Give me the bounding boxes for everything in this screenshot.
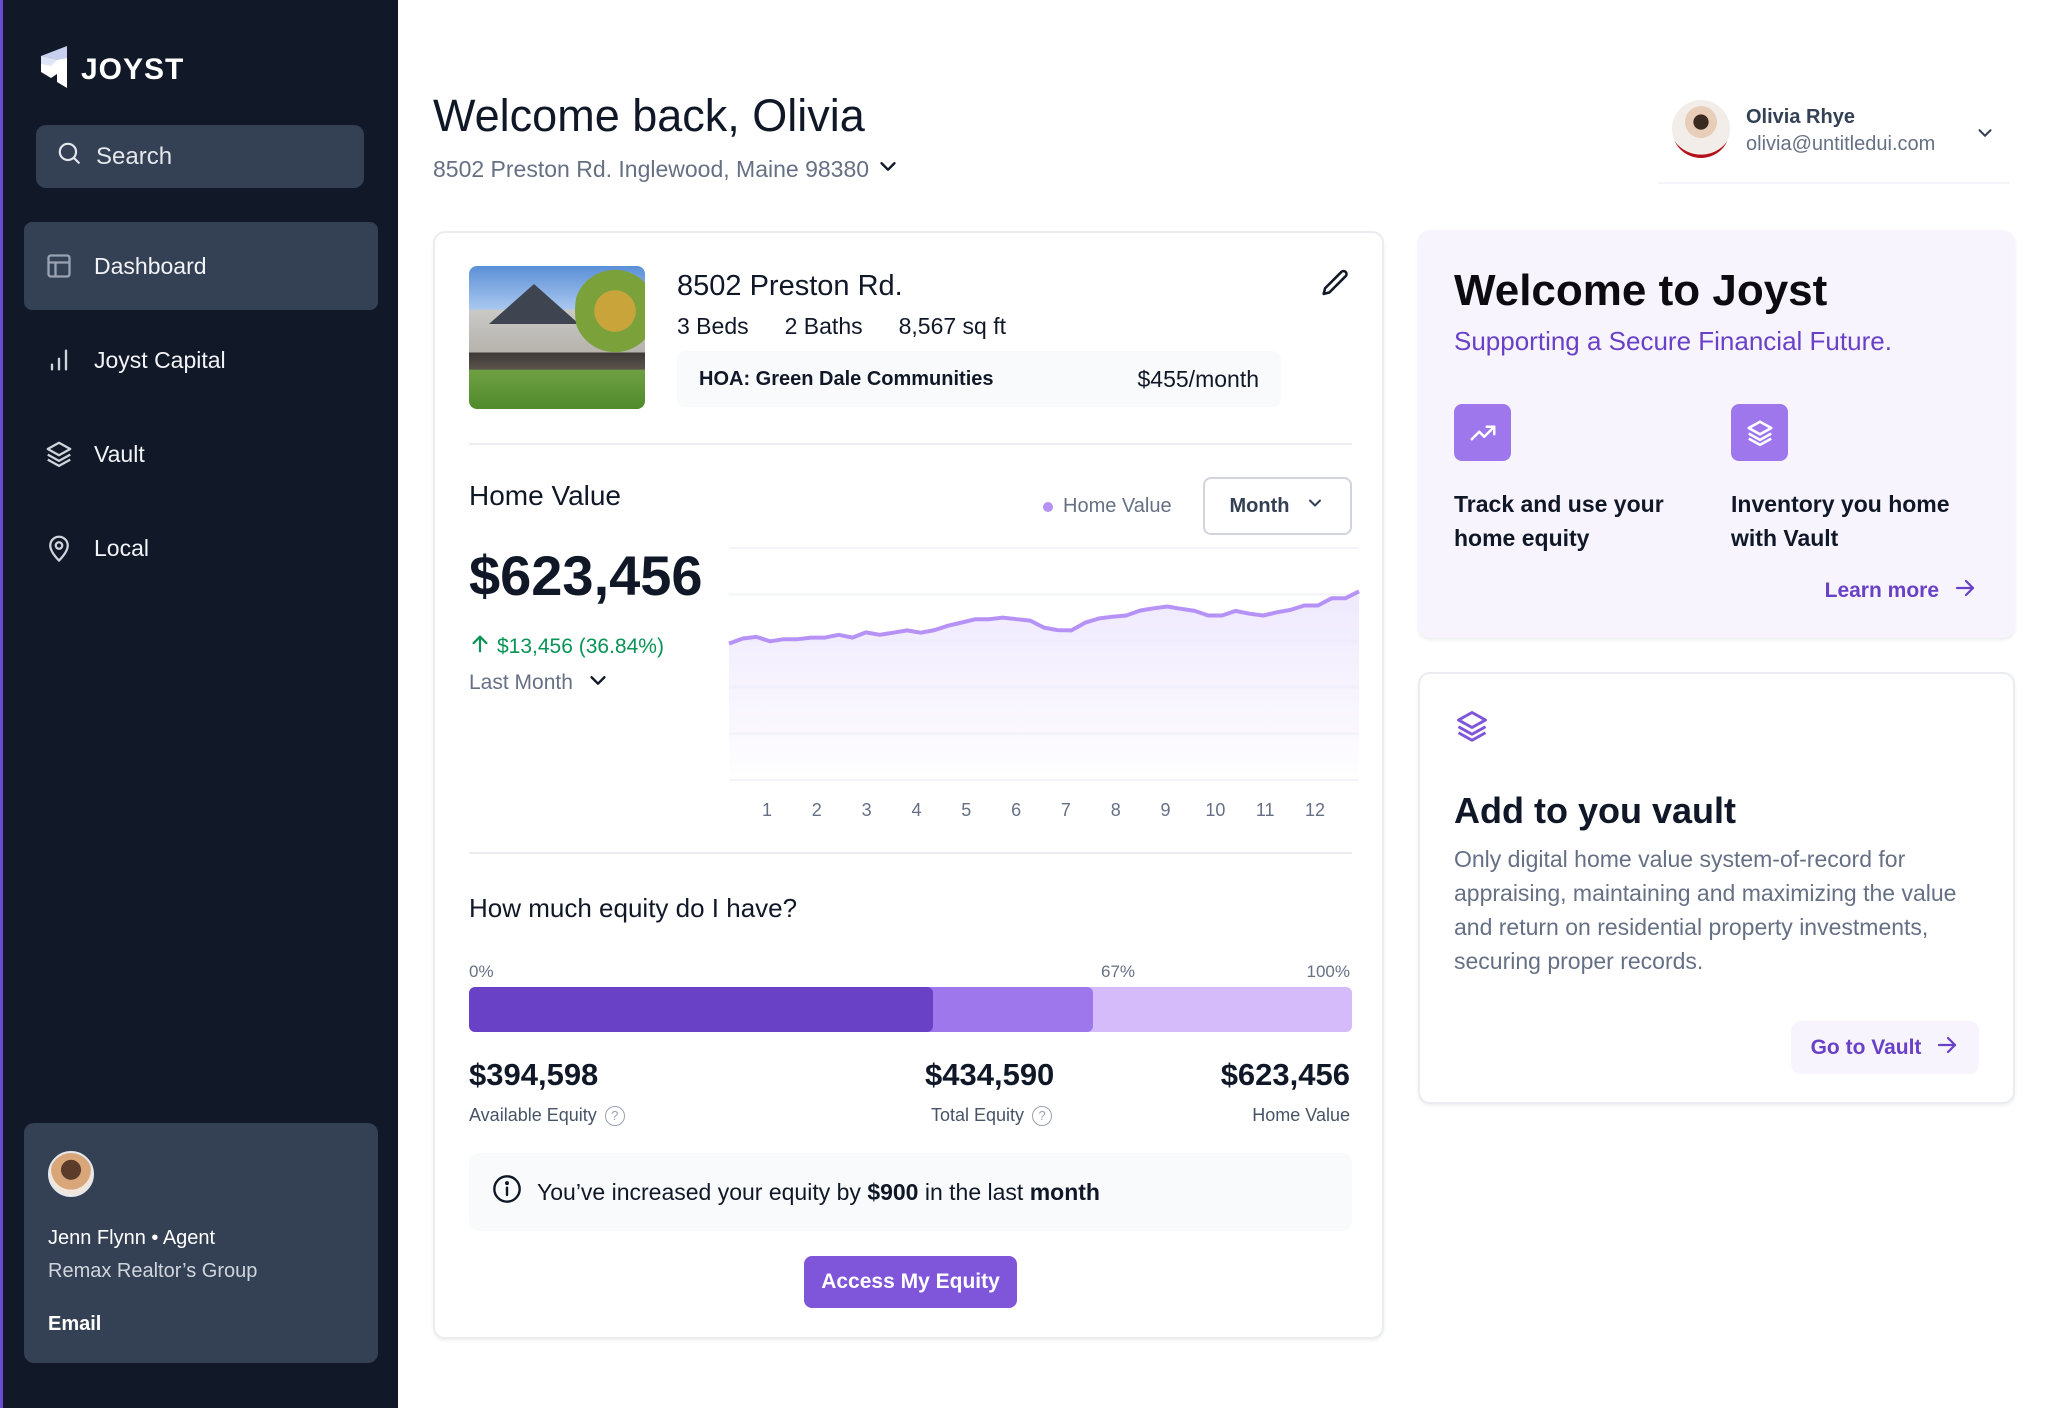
map-pin-icon [44, 533, 74, 563]
vault-description: Only digital home value system-of-record… [1454, 846, 1957, 974]
layout-icon [44, 251, 74, 281]
learn-more-label: Learn more [1824, 579, 1939, 602]
equity-bar-available-segment [469, 987, 934, 1032]
layers-icon [1454, 708, 1490, 749]
feature-text: Inventory you home with Vault [1731, 491, 1950, 551]
available-equity-text: Available Equity [469, 1105, 597, 1125]
x-tick-label: 4 [911, 800, 921, 820]
info-circle-icon [491, 1173, 523, 1211]
sidebar-item-label: Local [94, 534, 149, 561]
layers-icon [1731, 404, 1788, 461]
x-tick-label: 3 [862, 800, 872, 820]
available-equity-label: Available Equity ? [469, 1105, 625, 1126]
sidebar-item-label: Dashboard [94, 252, 207, 279]
layers-icon [44, 439, 74, 469]
agent-name: Jenn Flynn • Agent [48, 1227, 216, 1249]
x-tick-label: 11 [1256, 800, 1275, 820]
brand-name: JOYST [81, 52, 185, 86]
sidebar-item-vault[interactable]: Vault [24, 410, 378, 498]
user-avatar [1672, 100, 1730, 158]
total-equity-text: Total Equity [931, 1105, 1025, 1125]
home-value-chart: 1 2 3 4 5 6 7 8 9 10 11 12 [728, 547, 1360, 820]
joyst-card-title: Welcome to Joyst [1454, 266, 1828, 315]
equity-pct-start: 0% [469, 962, 494, 981]
x-tick-label: 1 [762, 800, 772, 820]
sidebar-item-label: Joyst Capital [94, 346, 226, 373]
chart-area [729, 591, 1359, 780]
feature-text: Track and use your home equity [1454, 491, 1664, 551]
home-value-text: Home Value [1252, 1105, 1350, 1125]
equity-progress-bar [469, 987, 1352, 1032]
x-tick-label: 12 [1305, 800, 1325, 820]
sidebar-item-local[interactable]: Local [24, 504, 378, 592]
access-equity-button[interactable]: Access My Equity [804, 1256, 1017, 1308]
user-email: olivia@untitledui.com [1746, 133, 1936, 155]
logo[interactable]: JOYST [41, 46, 184, 93]
sidebar-item-dashboard[interactable]: Dashboard [24, 222, 378, 310]
joyst-card-subtitle: Supporting a Secure Financial Future. [1454, 326, 1892, 356]
joyst-logo-icon [41, 46, 69, 93]
agent-avatar [48, 1151, 94, 1197]
home-value-total-amount: $623,456 [1220, 1057, 1350, 1092]
agent-email-link[interactable]: Email [48, 1313, 354, 1336]
agent-organization: Remax Realtor’s Group [48, 1260, 258, 1282]
chevron-down-icon[interactable] [1974, 122, 1996, 149]
search-icon [56, 140, 82, 173]
equity-title: How much equity do I have? [469, 893, 798, 923]
callout-text: You’ve increased your equity by $900 in … [537, 1178, 1100, 1205]
search-placeholder: Search [96, 142, 173, 170]
x-tick-label: 2 [812, 800, 822, 820]
user-name: Olivia Rhye [1746, 106, 1855, 128]
sidebar-item-label: Vault [94, 440, 145, 467]
help-circle-icon[interactable]: ? [604, 1105, 625, 1126]
equity-callout: You’ve increased your equity by $900 in … [469, 1153, 1352, 1231]
sidebar: JOYST Search Dashboard Joyst Capital Vau… [0, 0, 398, 1408]
bar-chart-icon [44, 345, 74, 375]
property-card: 8502 Preston Rd. 3 Beds 2 Baths 8,567 sq… [433, 231, 1384, 1339]
equity-pct-mid: 67% [1101, 962, 1136, 981]
x-tick-label: 8 [1111, 800, 1121, 820]
go-to-vault-label: Go to Vault [1810, 1035, 1922, 1059]
feature-track-equity: Track and use your home equity [1454, 404, 1694, 555]
address-text: 8502 Preston Rd. Inglewood, Maine 98380 [433, 155, 870, 182]
divider [469, 852, 1352, 854]
learn-more-link[interactable]: Learn more [1825, 576, 1977, 606]
address-selector[interactable]: 8502 Preston Rd. Inglewood, Maine 98380 [433, 155, 899, 183]
x-tick-label: 5 [961, 800, 971, 820]
search-input[interactable]: Search [36, 125, 364, 188]
vault-title: Add to you vault [1454, 790, 1736, 831]
sidebar-nav: Dashboard Joyst Capital Vault Local [24, 222, 378, 598]
page-title: Welcome back, Olivia [433, 90, 865, 141]
equity-pct-end: 100% [1306, 962, 1350, 981]
home-value-label: Home Value [1252, 1105, 1350, 1126]
x-tick-label: 9 [1161, 800, 1171, 820]
total-equity-amount: $434,590 [925, 1057, 1055, 1092]
help-circle-icon[interactable]: ? [1032, 1105, 1053, 1126]
trend-up-icon [1454, 404, 1511, 461]
joyst-welcome-card: Welcome to Joyst Supporting a Secure Fin… [1418, 230, 2015, 638]
sidebar-item-joyst-capital[interactable]: Joyst Capital [24, 316, 378, 404]
feature-vault-inventory: Inventory you home with Vault [1731, 404, 1971, 555]
arrow-right-icon [1935, 1033, 1959, 1063]
available-equity-amount: $394,598 [469, 1057, 599, 1092]
user-menu[interactable]: Olivia Rhye olivia@untitledui.com [1658, 100, 2010, 184]
x-tick-label: 7 [1061, 800, 1071, 820]
go-to-vault-button[interactable]: Go to Vault [1791, 1021, 1979, 1074]
x-tick-label: 6 [1011, 800, 1021, 820]
vault-card: Add to you vault Only digital home value… [1418, 672, 2015, 1104]
x-tick-label: 10 [1205, 800, 1225, 820]
chevron-down-icon [877, 155, 899, 183]
arrow-right-icon [1953, 576, 1977, 606]
agent-card: Jenn Flynn • Agent Remax Realtor’s Group… [24, 1123, 378, 1363]
total-equity-label: Total Equity ? [931, 1105, 1053, 1126]
